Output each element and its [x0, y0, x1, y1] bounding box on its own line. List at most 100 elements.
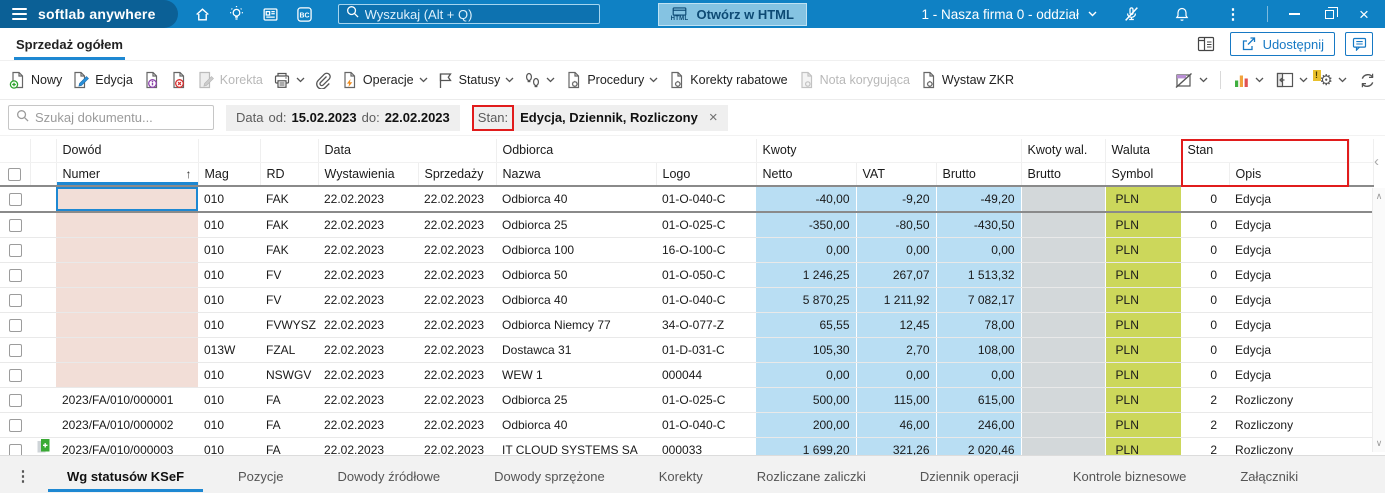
cell-brutto[interactable]: 78,00: [936, 312, 1022, 338]
cell-brutto[interactable]: -49,20: [936, 186, 1022, 213]
header-group-data[interactable]: Data: [318, 139, 497, 163]
cell-numer[interactable]: [56, 186, 198, 213]
cell-wystawienia[interactable]: 22.02.2023: [318, 312, 418, 338]
cell-sprzedazy[interactable]: 22.02.2023: [418, 412, 496, 438]
table-row[interactable]: 2023/FA/010/000001 010 FA 22.02.2023 22.02.2…: [0, 387, 1374, 413]
cell-netto[interactable]: 0,00: [756, 362, 857, 388]
cell-logo[interactable]: 01-O-050-C: [656, 262, 757, 288]
row-checkbox[interactable]: [8, 193, 22, 207]
cell-opis[interactable]: Edycja: [1229, 362, 1350, 388]
cell-stan[interactable]: 0: [1181, 312, 1230, 338]
correction-note-button[interactable]: Nota korygująca: [798, 71, 910, 89]
cell-symbol[interactable]: PLN: [1105, 186, 1182, 213]
cell-rd[interactable]: FAK: [260, 237, 318, 263]
cell-rd[interactable]: FAK: [260, 212, 318, 238]
cell-vat[interactable]: -9,20: [856, 186, 937, 213]
cell-brutto_wal[interactable]: [1021, 362, 1106, 388]
row-checkbox[interactable]: [8, 394, 22, 408]
cell-sprzedazy[interactable]: 22.02.2023: [418, 237, 496, 263]
cell-brutto[interactable]: 1 513,32: [936, 262, 1022, 288]
cell-sprzedazy[interactable]: 22.02.2023: [418, 312, 496, 338]
cell-mag[interactable]: 010: [198, 262, 260, 288]
document-search-input[interactable]: [35, 110, 211, 125]
cell-vat[interactable]: 0,00: [856, 362, 937, 388]
header-logo[interactable]: Logo: [656, 162, 757, 187]
table-row[interactable]: 010 FVWYSZ 22.02.2023 22.02.2023 Odbiorca Ni…: [0, 312, 1374, 338]
cell-brutto_wal[interactable]: [1021, 186, 1106, 213]
cell-mag[interactable]: 010: [198, 237, 260, 263]
cell-opis[interactable]: Edycja: [1229, 337, 1350, 363]
cell-logo[interactable]: 01-O-040-C: [656, 186, 757, 213]
cell-vat[interactable]: 115,00: [856, 387, 937, 413]
cell-wystawienia[interactable]: 22.02.2023: [318, 337, 418, 363]
cell-logo[interactable]: 01-O-025-C: [656, 212, 757, 238]
cell-symbol[interactable]: PLN: [1105, 237, 1182, 263]
filter-chip-stan[interactable]: Stan: Edycja, Dziennik, Rozliczony ×: [471, 104, 728, 131]
cell-vat[interactable]: 1 211,92: [856, 287, 937, 313]
header-group-stan[interactable]: Stan: [1181, 139, 1350, 163]
cell-mag[interactable]: 010: [198, 287, 260, 313]
footer-tab[interactable]: Pozycje: [211, 456, 311, 493]
cell-symbol[interactable]: PLN: [1105, 212, 1182, 238]
header-group-kwoty[interactable]: Kwoty: [756, 139, 1022, 163]
cell-sprzedazy[interactable]: 22.02.2023: [418, 186, 496, 213]
cell-vat[interactable]: 12,45: [856, 312, 937, 338]
footer-tab[interactable]: Korekty: [632, 456, 730, 493]
row-checkbox[interactable]: [8, 319, 22, 333]
footer-tab[interactable]: Załączniki: [1213, 456, 1325, 493]
footer-tab[interactable]: Dowody sprzężone: [467, 456, 632, 493]
cell-numer[interactable]: [56, 312, 198, 338]
cell-nazwa[interactable]: WEW 1: [496, 362, 656, 388]
cell-netto[interactable]: 105,30: [756, 337, 857, 363]
cell-nazwa[interactable]: Dostawca 31: [496, 337, 656, 363]
procedures-menu[interactable]: Procedury: [565, 71, 658, 89]
cell-nazwa[interactable]: Odbiorca Niemcy 77: [496, 312, 656, 338]
issue-zkr-button[interactable]: Wystaw ZKR: [920, 71, 1014, 89]
cell-netto[interactable]: 65,55: [756, 312, 857, 338]
cell-symbol[interactable]: PLN: [1105, 312, 1182, 338]
cell-rd[interactable]: FVWYSZ: [260, 312, 318, 338]
collapse-panel-icon[interactable]: ‹: [1374, 153, 1379, 170]
cell-stan[interactable]: 0: [1181, 362, 1230, 388]
lightbulb-icon[interactable]: [220, 5, 254, 23]
cell-netto[interactable]: 1 246,25: [756, 262, 857, 288]
cell-opis[interactable]: Edycja: [1229, 262, 1350, 288]
cell-symbol[interactable]: PLN: [1105, 387, 1182, 413]
cell-logo[interactable]: 01-D-031-C: [656, 337, 757, 363]
edit-document-button[interactable]: Edycja: [72, 71, 133, 89]
header-mag[interactable]: Mag: [198, 162, 261, 187]
row-checkbox[interactable]: [8, 369, 22, 383]
open-in-html-button[interactable]: HTML Otwórz w HTML: [657, 2, 807, 26]
cell-netto[interactable]: 5 870,25: [756, 287, 857, 313]
cell-brutto_wal[interactable]: [1021, 212, 1106, 238]
row-checkbox[interactable]: [8, 269, 22, 283]
cell-stan[interactable]: 0: [1181, 186, 1230, 213]
row-checkbox[interactable]: [8, 244, 22, 258]
cell-mag[interactable]: 010: [198, 312, 260, 338]
table-row[interactable]: 010 FAK 22.02.2023 22.02.2023 Odbiorca 100 16…: [0, 237, 1374, 263]
cell-numer[interactable]: [56, 287, 198, 313]
cell-numer[interactable]: 2023/FA/010/000002: [56, 412, 198, 438]
cell-stan[interactable]: 0: [1181, 262, 1230, 288]
company-selector[interactable]: 1 - Nasza firma 0 - oddział: [921, 7, 1097, 22]
table-row[interactable]: 010 FV 22.02.2023 22.02.2023 Odbiorca 40 01-O…: [0, 287, 1374, 313]
cell-vat[interactable]: 0,00: [856, 237, 937, 263]
cell-opis[interactable]: Edycja: [1229, 312, 1350, 338]
cell-brutto_wal[interactable]: [1021, 312, 1106, 338]
cell-numer[interactable]: [56, 362, 198, 388]
table-row[interactable]: 010 FV 22.02.2023 22.02.2023 Odbiorca 50 01-O…: [0, 262, 1374, 288]
filter-chip-date[interactable]: Data od: 15.02.2023 do: 22.02.2023: [226, 104, 460, 131]
cell-wystawienia[interactable]: 22.02.2023: [318, 412, 418, 438]
cell-mag[interactable]: 010: [198, 412, 260, 438]
cell-nazwa[interactable]: Odbiorca 25: [496, 212, 656, 238]
cell-brutto_wal[interactable]: [1021, 237, 1106, 263]
cell-mag[interactable]: 010: [198, 186, 260, 213]
footer-tab[interactable]: Dziennik operacji: [893, 456, 1046, 493]
cell-nazwa[interactable]: Odbiorca 40: [496, 287, 656, 313]
tab-sprzedaz-ogolem[interactable]: Sprzedaż ogółem: [14, 28, 125, 60]
cell-logo[interactable]: 01-O-025-C: [656, 387, 757, 413]
cell-symbol[interactable]: PLN: [1105, 337, 1182, 363]
cell-brutto[interactable]: 615,00: [936, 387, 1022, 413]
panel-layout-menu[interactable]: [1276, 72, 1308, 88]
cell-netto[interactable]: 200,00: [756, 412, 857, 438]
